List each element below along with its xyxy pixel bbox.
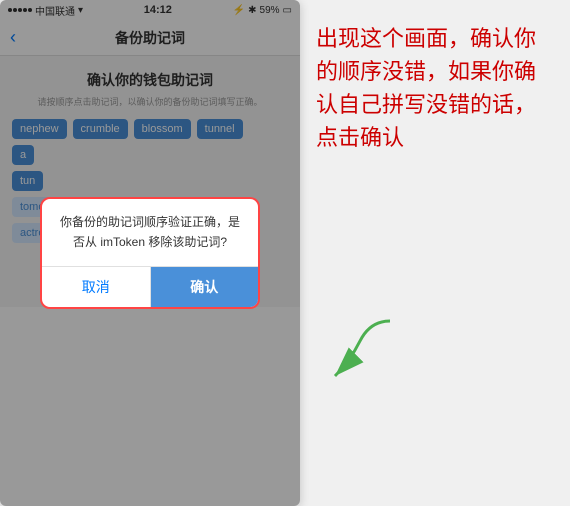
modal-text: 你备份的助记词顺序验证正确，是否从 imToken 移除该助记词?	[58, 213, 242, 251]
phone-frame: 中国联通 ▾ 14:12 ⚡ ✱ 59% ▭ ‹ 备份助记词 确认你的钱包助记词…	[0, 0, 300, 506]
annotation-text: 出现这个画面，确认你的顺序没错，如果你确认自己拼写没错的话，点击确认	[316, 22, 554, 154]
arrow-icon	[320, 311, 400, 391]
modal-cancel-button[interactable]: 取消	[42, 267, 151, 307]
arrow-container	[320, 311, 400, 396]
modal-content: 你备份的助记词顺序验证正确，是否从 imToken 移除该助记词?	[42, 199, 258, 265]
annotation-panel: 出现这个画面，确认你的顺序没错，如果你确认自己拼写没错的话，点击确认	[300, 0, 570, 506]
modal-buttons: 取消 确认	[42, 266, 258, 307]
modal-overlay: 你备份的助记词顺序验证正确，是否从 imToken 移除该助记词? 取消 确认	[0, 0, 300, 506]
modal-box: 你备份的助记词顺序验证正确，是否从 imToken 移除该助记词? 取消 确认	[40, 197, 260, 308]
modal-confirm-button[interactable]: 确认	[151, 267, 259, 307]
